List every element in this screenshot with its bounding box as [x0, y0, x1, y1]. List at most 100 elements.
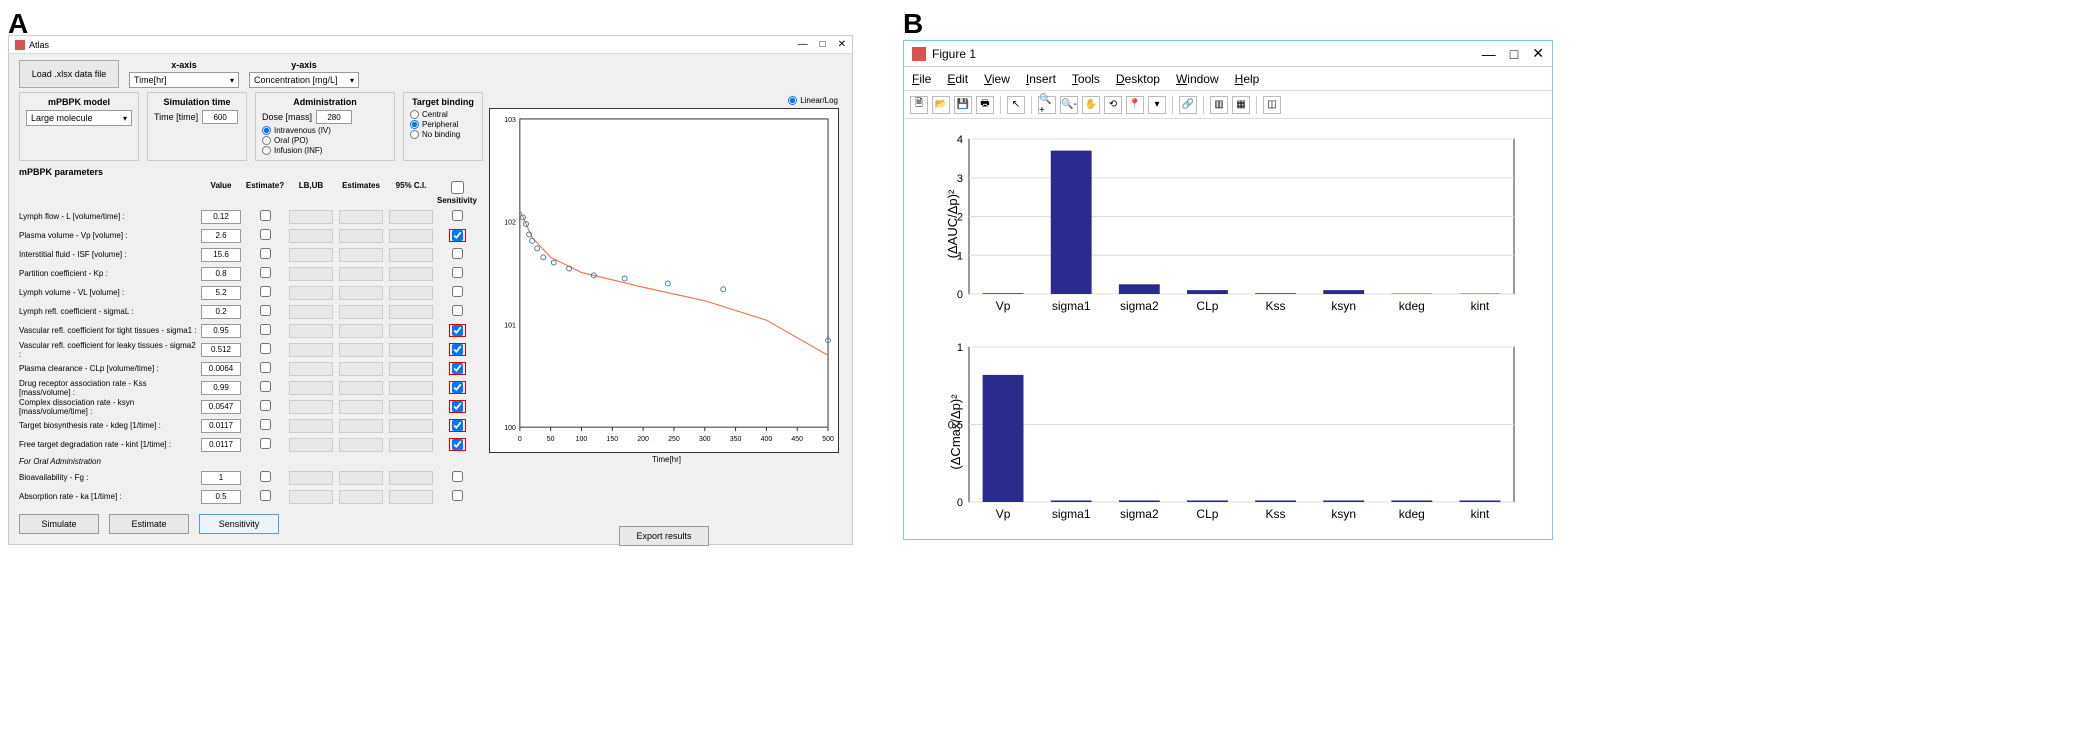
estimate-checkbox[interactable]	[260, 362, 271, 373]
param-value-input[interactable]	[201, 362, 241, 376]
close-button[interactable]: ✕	[1532, 45, 1544, 62]
dose-input[interactable]	[316, 110, 352, 124]
param-value-input[interactable]	[201, 400, 241, 414]
datatip-icon[interactable]: 📍	[1126, 96, 1144, 114]
lbub-field[interactable]	[289, 267, 333, 281]
menu-item[interactable]: Edit	[947, 72, 968, 86]
pointer-icon[interactable]: ↖	[1007, 96, 1025, 114]
menu-item[interactable]: View	[984, 72, 1010, 86]
param-value-input[interactable]	[201, 267, 241, 281]
simtime-input[interactable]	[202, 110, 238, 124]
sensitivity-button[interactable]: Sensitivity	[199, 514, 279, 534]
sens-all-checkbox[interactable]	[451, 181, 464, 194]
zoom-in-icon[interactable]: 🔍+	[1038, 96, 1056, 114]
rotate-icon[interactable]: ⟲	[1104, 96, 1122, 114]
param-value-input[interactable]	[201, 381, 241, 395]
admin-radio-0[interactable]	[262, 126, 271, 135]
minimize-button[interactable]: —	[798, 39, 808, 50]
save-icon[interactable]: 💾	[954, 96, 972, 114]
estimate-checkbox[interactable]	[260, 343, 271, 354]
param-value-input[interactable]	[201, 419, 241, 433]
menu-item[interactable]: File	[912, 72, 931, 86]
estimate-checkbox[interactable]	[260, 267, 271, 278]
lbub-field[interactable]	[289, 381, 333, 395]
x-axis-dropdown[interactable]: Time[hr]▾	[129, 72, 239, 88]
param-value-input[interactable]	[201, 471, 241, 485]
param-value-input[interactable]	[201, 248, 241, 262]
new-icon[interactable]: 🗎	[910, 96, 928, 114]
param-value-input[interactable]	[201, 286, 241, 300]
lbub-field[interactable]	[289, 305, 333, 319]
sens-checkbox[interactable]	[452, 286, 463, 297]
lbub-field[interactable]	[289, 343, 333, 357]
sens-checkbox[interactable]	[452, 471, 463, 482]
ploted-icon[interactable]: ◫	[1263, 96, 1281, 114]
estimate-checkbox[interactable]	[260, 248, 271, 259]
sens-checkbox[interactable]	[452, 325, 463, 336]
sens-checkbox[interactable]	[452, 344, 463, 355]
sens-checkbox[interactable]	[452, 210, 463, 221]
estimate-checkbox[interactable]	[260, 210, 271, 221]
zoom-out-icon[interactable]: 🔍-	[1060, 96, 1078, 114]
param-value-input[interactable]	[201, 490, 241, 504]
load-data-button[interactable]: Load .xlsx data file	[19, 60, 119, 88]
admin-radio-1[interactable]	[262, 136, 271, 145]
lbub-field[interactable]	[289, 286, 333, 300]
param-value-input[interactable]	[201, 438, 241, 452]
menu-item[interactable]: Window	[1176, 72, 1219, 86]
menu-item[interactable]: Desktop	[1116, 72, 1160, 86]
colorbar-icon[interactable]: ▥	[1210, 96, 1228, 114]
estimate-checkbox[interactable]	[260, 490, 271, 501]
close-button[interactable]: ✕	[838, 39, 846, 50]
lbub-field[interactable]	[289, 419, 333, 433]
menu-item[interactable]: Help	[1235, 72, 1260, 86]
lbub-field[interactable]	[289, 229, 333, 243]
sens-checkbox[interactable]	[452, 363, 463, 374]
param-value-input[interactable]	[201, 305, 241, 319]
maximize-button[interactable]: □	[820, 39, 826, 50]
menu-item[interactable]: Insert	[1026, 72, 1056, 86]
target-radio-0[interactable]	[410, 110, 419, 119]
lbub-field[interactable]	[289, 471, 333, 485]
param-value-input[interactable]	[201, 229, 241, 243]
lbub-field[interactable]	[289, 248, 333, 262]
maximize-button[interactable]: □	[1510, 46, 1518, 62]
estimate-button[interactable]: Estimate	[109, 514, 189, 534]
brush-icon[interactable]: ▾	[1148, 96, 1166, 114]
param-value-input[interactable]	[201, 343, 241, 357]
sens-checkbox[interactable]	[452, 490, 463, 501]
y-axis-dropdown[interactable]: Concentration [mg/L]▾	[249, 72, 359, 88]
estimate-checkbox[interactable]	[260, 471, 271, 482]
estimate-checkbox[interactable]	[260, 229, 271, 240]
target-radio-1[interactable]	[410, 120, 419, 129]
lbub-field[interactable]	[289, 362, 333, 376]
export-button[interactable]: Export results	[619, 526, 709, 546]
admin-radio-2[interactable]	[262, 146, 271, 155]
sens-checkbox[interactable]	[452, 305, 463, 316]
minimize-button[interactable]: —	[1482, 46, 1496, 62]
sens-checkbox[interactable]	[452, 401, 463, 412]
model-dropdown[interactable]: Large molecule▾	[26, 110, 132, 126]
lbub-field[interactable]	[289, 490, 333, 504]
sens-checkbox[interactable]	[452, 248, 463, 259]
scale-radio[interactable]	[788, 96, 797, 105]
param-value-input[interactable]	[201, 210, 241, 224]
link-icon[interactable]: 🔗	[1179, 96, 1197, 114]
estimate-checkbox[interactable]	[260, 324, 271, 335]
estimate-checkbox[interactable]	[260, 286, 271, 297]
sens-checkbox[interactable]	[452, 267, 463, 278]
lbub-field[interactable]	[289, 438, 333, 452]
estimate-checkbox[interactable]	[260, 438, 271, 449]
estimate-checkbox[interactable]	[260, 419, 271, 430]
estimate-checkbox[interactable]	[260, 305, 271, 316]
lbub-field[interactable]	[289, 210, 333, 224]
estimate-checkbox[interactable]	[260, 400, 271, 411]
sens-checkbox[interactable]	[452, 230, 463, 241]
param-value-input[interactable]	[201, 324, 241, 338]
open-icon[interactable]: 📂	[932, 96, 950, 114]
lbub-field[interactable]	[289, 400, 333, 414]
sens-checkbox[interactable]	[452, 420, 463, 431]
pan-icon[interactable]: ✋	[1082, 96, 1100, 114]
menu-item[interactable]: Tools	[1072, 72, 1100, 86]
sens-checkbox[interactable]	[452, 382, 463, 393]
